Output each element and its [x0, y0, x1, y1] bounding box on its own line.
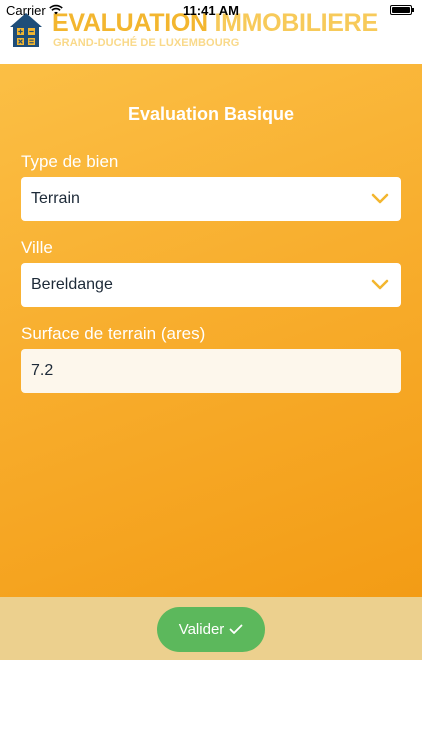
- check-icon: [229, 624, 243, 634]
- land-area-label: Surface de terrain (ares): [21, 324, 206, 343]
- city-value: Bereldange: [31, 276, 113, 293]
- clock: 11:41 AM: [183, 3, 239, 18]
- property-type-value: Terrain: [31, 190, 80, 207]
- status-bar: Carrier 11:41 AM: [0, 0, 422, 20]
- land-area-input[interactable]: 7.2: [21, 349, 401, 393]
- property-type-select[interactable]: Terrain: [21, 177, 401, 221]
- city-select[interactable]: Bereldange: [21, 263, 401, 307]
- evaluation-form-panel: Evaluation Basique Type de bien Terrain …: [0, 64, 422, 597]
- city-label: Ville: [21, 238, 53, 257]
- screen: Carrier 11:41 AM EVALUATION IMMOBILIERE …: [0, 0, 422, 750]
- validate-label: Valider: [178, 621, 225, 638]
- brand-subtitle: GRAND-DUCHÉ DE LUXEMBOURG: [53, 37, 240, 49]
- land-area-value[interactable]: 7.2: [31, 362, 53, 380]
- chevron-down-icon: [371, 193, 389, 204]
- form-title: Evaluation Basique: [127, 104, 295, 124]
- validate-button[interactable]: Valider: [157, 607, 265, 652]
- footer-bar: Valider: [0, 597, 422, 660]
- chevron-down-icon: [371, 279, 389, 290]
- property-type-label: Type de bien: [21, 152, 119, 171]
- battery-icon: [390, 5, 414, 15]
